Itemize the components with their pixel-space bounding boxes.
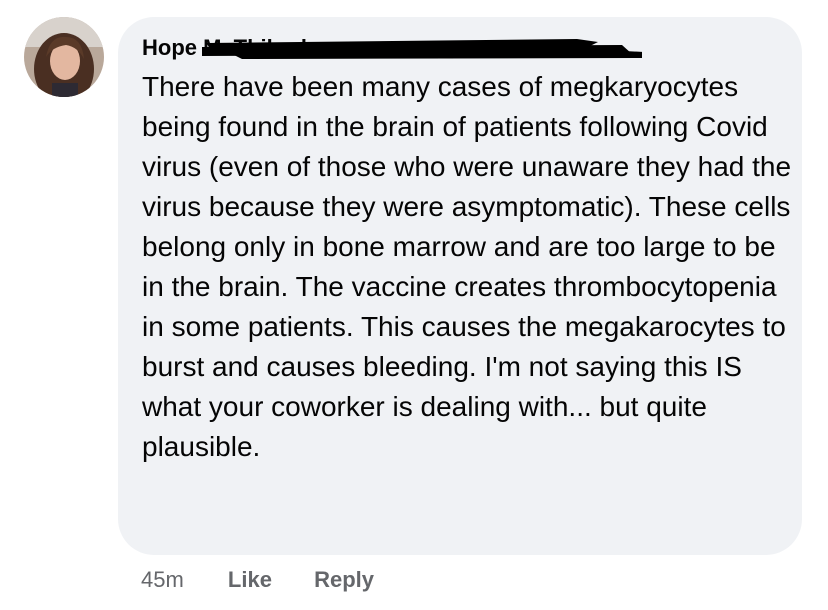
like-button[interactable]: Like — [228, 565, 272, 595]
comment-timestamp[interactable]: 45m — [141, 565, 184, 595]
redaction-scribble-icon — [202, 39, 642, 59]
profile-photo-icon — [24, 17, 104, 97]
comment-actions: 45m Like Reply — [141, 565, 374, 595]
comment-bubble: Hope M. Thibodeau There have been many c… — [118, 17, 802, 555]
comment-text: There have been many cases of megkaryocy… — [142, 71, 792, 462]
avatar[interactable] — [24, 17, 104, 97]
reply-button[interactable]: Reply — [314, 565, 374, 595]
